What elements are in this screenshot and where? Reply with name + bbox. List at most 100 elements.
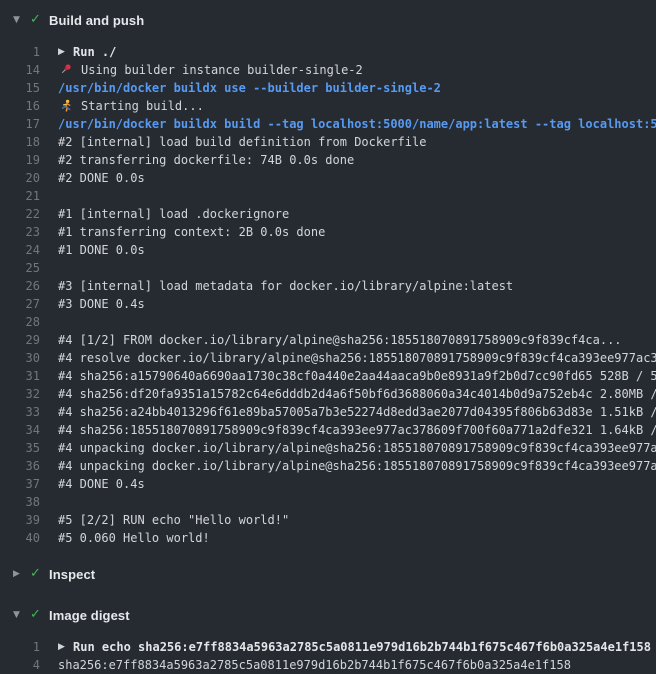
line-number[interactable]: 15 <box>0 81 40 95</box>
line-text: #4 sha256:a15790640a6690aa1730c38cf0a440… <box>58 369 656 383</box>
line-text: #1 DONE 0.0s <box>58 243 145 257</box>
log-section-inspect: ▶ ✓ Inspect <box>0 564 656 584</box>
line-number[interactable]: 25 <box>0 261 40 275</box>
line-number[interactable]: 1 <box>0 640 40 654</box>
line-number[interactable]: 19 <box>0 153 40 167</box>
expand-run-icon[interactable]: ▶ <box>58 642 67 652</box>
log-line: 28 <box>0 313 656 331</box>
chevron-icon[interactable]: ▶ <box>13 564 25 584</box>
log-line: 34 #4 sha256:185518070891758909c9f839cf4… <box>0 421 656 439</box>
line-number[interactable]: 23 <box>0 225 40 239</box>
success-check-icon: ✓ <box>30 10 44 30</box>
line-number[interactable]: 31 <box>0 369 40 383</box>
line-text: Using builder instance builder-single-2 <box>81 63 363 77</box>
line-text: /usr/bin/docker buildx use --builder bui… <box>58 81 441 95</box>
log-line: 33 #4 sha256:a24bb4013296f61e89ba57005a7… <box>0 403 656 421</box>
line-text: #4 sha256:185518070891758909c9f839cf4ca3… <box>58 423 656 437</box>
log-line: 20 #2 DONE 0.0s <box>0 169 656 187</box>
line-number[interactable]: 30 <box>0 351 40 365</box>
line-text: #4 unpacking docker.io/library/alpine@sh… <box>58 441 656 455</box>
log-line: 24 #1 DONE 0.0s <box>0 241 656 259</box>
line-number[interactable]: 32 <box>0 387 40 401</box>
line-number[interactable]: 14 <box>0 63 40 77</box>
line-number[interactable]: 22 <box>0 207 40 221</box>
log-line: 1 ▶Run echo sha256:e7ff8834a5963a2785c5a… <box>0 638 656 656</box>
line-number[interactable]: 40 <box>0 531 40 545</box>
line-number[interactable]: 28 <box>0 315 40 329</box>
line-number[interactable]: 17 <box>0 117 40 131</box>
line-number[interactable]: 4 <box>0 658 40 672</box>
log-line: 25 <box>0 259 656 277</box>
line-number[interactable]: 21 <box>0 189 40 203</box>
section-header[interactable]: ▶ ✓ Inspect <box>0 564 656 584</box>
log-line: 36 #4 unpacking docker.io/library/alpine… <box>0 457 656 475</box>
log-line: 19 #2 transferring dockerfile: 74B 0.0s … <box>0 151 656 169</box>
log-line: 35 #4 unpacking docker.io/library/alpine… <box>0 439 656 457</box>
line-text: #4 sha256:df20fa9351a15782c64e6dddb2d4a6… <box>58 387 656 401</box>
line-text: #4 [1/2] FROM docker.io/library/alpine@s… <box>58 333 622 347</box>
line-number[interactable]: 35 <box>0 441 40 455</box>
line-number[interactable]: 24 <box>0 243 40 257</box>
section-log-body: 1 ▶ Run ./ 14 Using builder instance buil… <box>0 43 656 547</box>
log-line: 21 <box>0 187 656 205</box>
log-line: 18 #2 [internal] load build definition f… <box>0 133 656 151</box>
line-number[interactable]: 27 <box>0 297 40 311</box>
line-number[interactable]: 18 <box>0 135 40 149</box>
log-line: 14 Using builder instance builder-single… <box>0 61 656 79</box>
log-line: 38 <box>0 493 656 511</box>
line-text: Run ./ <box>73 45 116 59</box>
line-text: #4 DONE 0.4s <box>58 477 145 491</box>
line-number[interactable]: 38 <box>0 495 40 509</box>
line-text: /usr/bin/docker buildx build --tag local… <box>58 117 656 131</box>
log-line: 1 ▶ Run ./ <box>0 43 656 61</box>
section-header[interactable]: ▼ ✓ Build and push <box>0 10 656 30</box>
success-check-icon: ✓ <box>30 564 44 584</box>
line-text: sha256:e7ff8834a5963a2785c5a0811e979d16b… <box>58 658 571 672</box>
line-text: #4 unpacking docker.io/library/alpine@sh… <box>58 459 656 473</box>
line-number[interactable]: 1 <box>0 45 40 59</box>
line-text: #4 sha256:a24bb4013296f61e89ba57005a7b3e… <box>58 405 656 419</box>
log-line: 17 /usr/bin/docker buildx build --tag lo… <box>0 115 656 133</box>
chevron-icon[interactable]: ▼ <box>13 605 25 625</box>
section-log-body: 1 ▶Run echo sha256:e7ff8834a5963a2785c5a… <box>0 638 656 674</box>
expand-run-icon[interactable]: ▶ <box>58 47 67 57</box>
log-line: 32 #4 sha256:df20fa9351a15782c64e6dddb2d… <box>0 385 656 403</box>
log-section-build-and-push: ▼ ✓ Build and push 1 ▶ Run ./ 14 Using bu… <box>0 10 656 547</box>
log-line: 16 Starting build... <box>0 97 656 115</box>
log-line: 15 /usr/bin/docker buildx use --builder … <box>0 79 656 97</box>
log-line: 39 #5 [2/2] RUN echo "Hello world!" <box>0 511 656 529</box>
line-number[interactable]: 26 <box>0 279 40 293</box>
log-line: 22 #1 [internal] load .dockerignore <box>0 205 656 223</box>
section-title: Inspect <box>49 567 95 582</box>
log-section-image-digest: ▼ ✓ Image digest 1 ▶Run echo sha256:e7ff… <box>0 605 656 674</box>
line-number[interactable]: 36 <box>0 459 40 473</box>
line-text: #3 DONE 0.4s <box>58 297 145 311</box>
line-text: #1 transferring context: 2B 0.0s done <box>58 225 325 239</box>
line-number[interactable]: 20 <box>0 171 40 185</box>
log-line: 26 #3 [internal] load metadata for docke… <box>0 277 656 295</box>
log-line: 4 sha256:e7ff8834a5963a2785c5a0811e979d1… <box>0 656 656 674</box>
line-text: #2 DONE 0.0s <box>58 171 145 185</box>
log-line: 23 #1 transferring context: 2B 0.0s done <box>0 223 656 241</box>
log-line: 29 #4 [1/2] FROM docker.io/library/alpin… <box>0 331 656 349</box>
line-text: #4 resolve docker.io/library/alpine@sha2… <box>58 351 656 365</box>
runner-icon <box>58 98 74 114</box>
line-text: #2 [internal] load build definition from… <box>58 135 426 149</box>
line-number[interactable]: 29 <box>0 333 40 347</box>
log-line: 31 #4 sha256:a15790640a6690aa1730c38cf0a… <box>0 367 656 385</box>
line-number[interactable]: 16 <box>0 99 40 113</box>
line-text: Starting build... <box>81 99 204 113</box>
success-check-icon: ✓ <box>30 605 44 625</box>
line-text: #3 [internal] load metadata for docker.i… <box>58 279 513 293</box>
log-line: 27 #3 DONE 0.4s <box>0 295 656 313</box>
log-line: 40 #5 0.060 Hello world! <box>0 529 656 547</box>
line-number[interactable]: 39 <box>0 513 40 527</box>
line-text: #2 transferring dockerfile: 74B 0.0s don… <box>58 153 354 167</box>
chevron-icon[interactable]: ▼ <box>13 10 25 30</box>
line-number[interactable]: 34 <box>0 423 40 437</box>
log-line: 37 #4 DONE 0.4s <box>0 475 656 493</box>
line-number[interactable]: 37 <box>0 477 40 491</box>
section-header[interactable]: ▼ ✓ Image digest <box>0 605 656 625</box>
line-text: #1 [internal] load .dockerignore <box>58 207 289 221</box>
line-number[interactable]: 33 <box>0 405 40 419</box>
